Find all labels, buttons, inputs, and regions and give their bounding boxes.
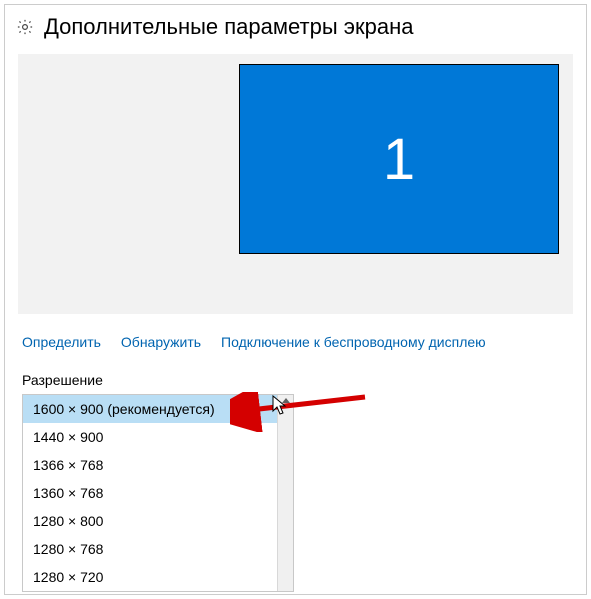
header: Дополнительные параметры экрана — [8, 8, 583, 54]
resolution-option[interactable]: 1360 × 768 — [23, 479, 293, 507]
resolution-option[interactable]: 1600 × 900 (рекомендуется) — [23, 395, 293, 423]
resolution-option[interactable]: 1280 × 720 — [23, 563, 293, 591]
display-preview-area: 1 — [18, 54, 573, 314]
resolution-label: Разрешение — [8, 364, 583, 394]
wireless-link[interactable]: Подключение к беспроводному дисплею — [221, 334, 486, 350]
monitor-tile-1[interactable]: 1 — [239, 64, 559, 254]
identify-link[interactable]: Определить — [22, 334, 101, 350]
gear-icon — [16, 18, 34, 36]
monitor-number: 1 — [383, 126, 415, 193]
resolution-dropdown[interactable]: 1600 × 900 (рекомендуется) 1440 × 900 13… — [22, 394, 294, 592]
resolution-option[interactable]: 1280 × 800 — [23, 507, 293, 535]
resolution-option[interactable]: 1366 × 768 — [23, 451, 293, 479]
action-links: Определить Обнаружить Подключение к бесп… — [8, 314, 583, 364]
page-title: Дополнительные параметры экрана — [44, 14, 413, 40]
detect-link[interactable]: Обнаружить — [121, 334, 201, 350]
resolution-option[interactable]: 1440 × 900 — [23, 423, 293, 451]
resolution-options-list: 1600 × 900 (рекомендуется) 1440 × 900 13… — [23, 395, 293, 591]
settings-window: Дополнительные параметры экрана 1 Опреде… — [8, 8, 583, 591]
dropdown-scrollbar[interactable] — [277, 395, 293, 591]
resolution-option[interactable]: 1280 × 768 — [23, 535, 293, 563]
